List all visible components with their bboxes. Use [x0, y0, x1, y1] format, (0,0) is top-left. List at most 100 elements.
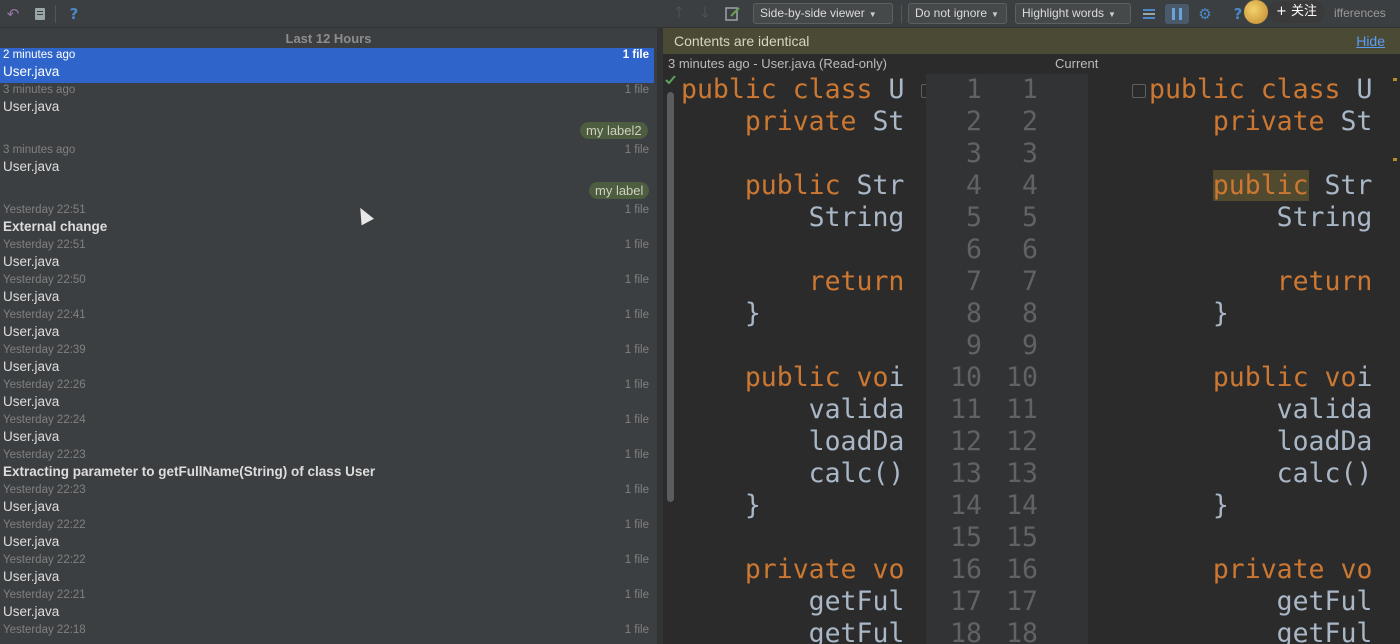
line-number: 6 [1022, 234, 1038, 265]
history-row-files: 1 file [624, 519, 649, 531]
history-row-files: 1 file [624, 414, 649, 426]
history-row-files: 1 file [624, 589, 649, 601]
checkmark-icon [665, 75, 676, 85]
history-row[interactable]: 3 minutes ago User.java 1 file [0, 143, 654, 178]
history-row-files: 1 file [624, 239, 649, 251]
code-line: getFul [681, 618, 905, 644]
code-keyword: public [744, 170, 841, 201]
history-row[interactable]: 2 minutes ago User.java 1 file [0, 48, 654, 83]
history-row-time: Yesterday 22:24 [3, 414, 86, 426]
history-row[interactable]: Yesterday 22:22 User.java 1 file [0, 518, 654, 553]
line-number: 16 [950, 554, 982, 585]
line-number: 6 [966, 234, 982, 265]
highlight-select[interactable]: Highlight words ▼ [1015, 3, 1131, 24]
code-line: public class U [1149, 74, 1373, 105]
code-keyword: vo [1324, 362, 1357, 393]
history-row-name: User.java [3, 254, 60, 269]
differences-label: ifferences [1334, 6, 1386, 20]
line-number: 7 [966, 266, 982, 297]
history-row-name: User.java [3, 99, 60, 114]
history-row-files: 1 file [624, 204, 649, 216]
history-row[interactable]: Yesterday 22:24 User.java 1 file [0, 413, 654, 448]
code-keyword: public [744, 362, 841, 393]
chevron-down-icon: ▼ [868, 10, 877, 19]
line-number: 17 [1006, 586, 1038, 617]
line-number: 5 [966, 202, 982, 233]
history-row-time: Yesterday 22:39 [3, 344, 86, 356]
history-row[interactable]: Yesterday 22:50 User.java 1 file [0, 273, 654, 308]
line-number: 2 [1022, 106, 1038, 137]
down-arrow-icon[interactable]: 🡓 [695, 3, 715, 24]
history-row[interactable]: Yesterday 22:41 User.java 1 file [0, 308, 654, 343]
right-line-numbers: 1 2 3 4 5 6 7 8 9 10 11 12 13 14 15 16 17 18 [990, 74, 1088, 644]
history-row[interactable]: Yesterday 22:23 Extracting parameter to g… [0, 448, 654, 483]
line-number: 3 [966, 138, 982, 169]
follow-button[interactable]: + 关注 [1268, 1, 1326, 23]
ignore-select[interactable]: Do not ignore ▼ [908, 3, 1007, 24]
viewer-select[interactable]: Side-by-side viewer ▼ [753, 3, 893, 24]
history-row[interactable]: Yesterday 22:23 User.java 1 file [0, 483, 654, 518]
code-line: private St [1212, 106, 1373, 137]
help-icon[interactable]: ? [64, 4, 84, 24]
history-row-time: Yesterday 22:23 [3, 449, 86, 461]
code-line: private vo [1149, 554, 1389, 586]
line-number: 4 [1022, 170, 1038, 201]
line-number: 10 [950, 362, 982, 393]
line-number: 3 [1022, 138, 1038, 169]
diff-viewer: Contents are identical Hide 3 minutes ag… [663, 28, 1400, 644]
code-line: getFul [1149, 618, 1373, 644]
up-arrow-icon[interactable]: 🡑 [669, 3, 689, 24]
history-row-time: Yesterday 22:51 [3, 204, 86, 216]
edit-source-icon[interactable] [723, 4, 743, 24]
left-code-pane[interactable]: public class U private St public Str Str… [681, 74, 925, 644]
history-row-name: Extracting parameter to getFullName(Stri… [3, 464, 376, 479]
chevron-down-icon: ▼ [991, 10, 999, 19]
history-row-files: 1 file [624, 274, 649, 286]
history-row[interactable]: Yesterday 22:18 1 file [0, 623, 654, 644]
ignore-select-value: Do not ignore [915, 6, 988, 20]
toolbar: ↶ ? 🡑 🡓 Side-by-side viewer ▼ Do not igno… [0, 0, 1400, 28]
history-row[interactable]: Yesterday 22:22 User.java 1 file [0, 553, 654, 588]
history-row-time: 3 minutes ago [3, 144, 76, 156]
history-row[interactable]: Yesterday 22:51 External change 1 file [0, 203, 654, 238]
line-number: 11 [950, 394, 982, 425]
collapse-unchanged-icon[interactable] [1139, 4, 1159, 24]
fold-marker-icon[interactable] [1132, 84, 1146, 98]
gear-icon[interactable]: ⚙ [1195, 4, 1215, 24]
history-row-files: 1 file [624, 624, 649, 636]
history-row[interactable]: 3 minutes ago User.java 1 file [0, 83, 654, 118]
history-row-name: User.java [3, 394, 60, 409]
history-row[interactable]: Yesterday 22:51 User.java 1 file [0, 238, 654, 273]
history-row-name: User.java [3, 64, 60, 79]
line-number: 9 [1022, 330, 1038, 361]
history-row[interactable]: Yesterday 22:21 User.java 1 file [0, 588, 654, 623]
code-line: return [681, 266, 925, 298]
code-line: calc() [1149, 458, 1373, 489]
code-keyword: class [1260, 74, 1341, 105]
history-row[interactable]: Yesterday 22:26 User.java 1 file [0, 378, 654, 413]
line-number: 9 [966, 330, 982, 361]
left-pane-title: 3 minutes ago - User.java (Read-only) [668, 56, 887, 71]
hide-link[interactable]: Hide [1356, 33, 1385, 49]
sync-scroll-icon[interactable] [1165, 4, 1189, 24]
code-keyword: private [1212, 106, 1325, 137]
avatar[interactable] [1244, 0, 1268, 24]
history-row-time: Yesterday 22:41 [3, 309, 86, 321]
history-row-files: 1 file [624, 144, 649, 156]
revert-icon[interactable]: ↶ [3, 4, 23, 24]
code-keyword: private [1212, 554, 1325, 585]
line-number: 8 [966, 298, 982, 329]
patch-icon[interactable] [30, 4, 50, 24]
history-row-files: 1 file [624, 554, 649, 566]
change-marker [1393, 78, 1397, 81]
code-keyword: return [808, 266, 905, 297]
right-code-pane[interactable]: public class U private St public Str Str… [1149, 74, 1389, 644]
line-number: 13 [950, 458, 982, 489]
history-row[interactable]: Yesterday 22:39 User.java 1 file [0, 343, 654, 378]
left-scrollbar[interactable] [667, 92, 674, 502]
history-row-files: 1 file [624, 449, 649, 461]
